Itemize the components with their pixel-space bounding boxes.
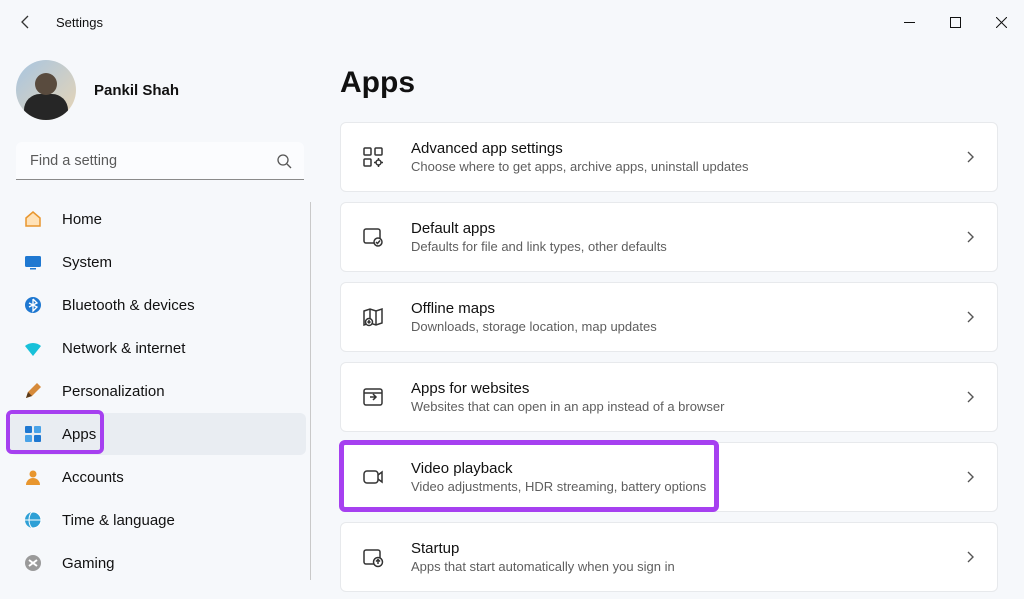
card-title: Apps for websites [411,380,963,397]
sidebar-item-network[interactable]: Network & internet [10,327,306,369]
sidebar-item-label: System [62,254,112,271]
card-advanced-app-settings[interactable]: Advanced app settings Choose where to ge… [340,122,998,192]
chevron-right-icon [963,150,977,164]
maximize-icon [950,17,961,28]
card-apps-for-websites[interactable]: Apps for websites Websites that can open… [340,362,998,432]
card-title: Default apps [411,220,963,237]
content-area: Apps Advanced app settings Choose where … [320,44,1024,599]
advanced-settings-icon [359,143,387,171]
sidebar-item-label: Accounts [62,469,124,486]
sidebar-item-time-language[interactable]: Time & language [10,499,306,541]
sidebar-item-label: Time & language [62,512,175,529]
close-button[interactable] [978,6,1024,38]
maximize-button[interactable] [932,6,978,38]
chevron-right-icon [963,390,977,404]
sidebar-item-accounts[interactable]: Accounts [10,456,306,498]
sidebar-item-label: Network & internet [62,340,185,357]
page-title: Apps [340,66,998,100]
sidebar: Pankil Shah Home System Bluetooth & devi… [0,44,320,599]
sidebar-item-label: Gaming [62,555,115,572]
sidebar-item-system[interactable]: System [10,241,306,283]
accounts-icon [22,466,44,488]
card-video-playback[interactable]: Video playback Video adjustments, HDR st… [340,442,998,512]
nav-list: Home System Bluetooth & devices Network … [10,198,310,584]
arrow-left-icon [18,14,34,30]
nav-divider [310,202,312,580]
card-default-apps[interactable]: Default apps Defaults for file and link … [340,202,998,272]
card-title: Startup [411,540,963,557]
card-subtitle: Downloads, storage location, map updates [411,319,963,334]
back-button[interactable] [14,10,38,34]
card-title: Offline maps [411,300,963,317]
sidebar-item-gaming[interactable]: Gaming [10,542,306,584]
card-text: Offline maps Downloads, storage location… [411,300,963,334]
minimize-button[interactable] [886,6,932,38]
video-playback-icon [359,463,387,491]
card-startup[interactable]: Startup Apps that start automatically wh… [340,522,998,592]
card-title: Advanced app settings [411,140,963,157]
sidebar-item-label: Personalization [62,383,165,400]
titlebar: Settings [0,0,1024,44]
chevron-right-icon [963,470,977,484]
sidebar-item-apps[interactable]: Apps [10,413,306,455]
sidebar-item-label: Bluetooth & devices [62,297,195,314]
avatar [16,60,76,120]
chevron-right-icon [963,550,977,564]
search-icon [276,153,292,169]
sidebar-item-home[interactable]: Home [10,198,306,240]
apps-icon [22,423,44,445]
window-title: Settings [56,15,103,30]
sidebar-item-bluetooth[interactable]: Bluetooth & devices [10,284,306,326]
gaming-icon [22,552,44,574]
offline-maps-icon [359,303,387,331]
sidebar-item-label: Home [62,211,102,228]
card-text: Advanced app settings Choose where to ge… [411,140,963,174]
profile-name: Pankil Shah [94,82,179,99]
search-container [16,142,304,180]
apps-for-websites-icon [359,383,387,411]
search-input[interactable] [16,142,304,180]
window-controls [886,6,1024,38]
card-text: Video playback Video adjustments, HDR st… [411,460,963,494]
card-subtitle: Choose where to get apps, archive apps, … [411,159,963,174]
sidebar-item-personalization[interactable]: Personalization [10,370,306,412]
card-text: Apps for websites Websites that can open… [411,380,963,414]
personalization-icon [22,380,44,402]
minimize-icon [904,17,915,28]
home-icon [22,208,44,230]
chevron-right-icon [963,310,977,324]
card-subtitle: Websites that can open in an app instead… [411,399,963,414]
card-subtitle: Apps that start automatically when you s… [411,559,963,574]
profile-section[interactable]: Pankil Shah [10,54,310,136]
card-subtitle: Defaults for file and link types, other … [411,239,963,254]
chevron-right-icon [963,230,977,244]
card-text: Default apps Defaults for file and link … [411,220,963,254]
sidebar-item-label: Apps [62,426,96,443]
card-text: Startup Apps that start automatically wh… [411,540,963,574]
close-icon [996,17,1007,28]
card-title: Video playback [411,460,963,477]
bluetooth-icon [22,294,44,316]
card-subtitle: Video adjustments, HDR streaming, batter… [411,479,963,494]
default-apps-icon [359,223,387,251]
time-language-icon [22,509,44,531]
network-icon [22,337,44,359]
startup-icon [359,543,387,571]
system-icon [22,251,44,273]
card-offline-maps[interactable]: Offline maps Downloads, storage location… [340,282,998,352]
